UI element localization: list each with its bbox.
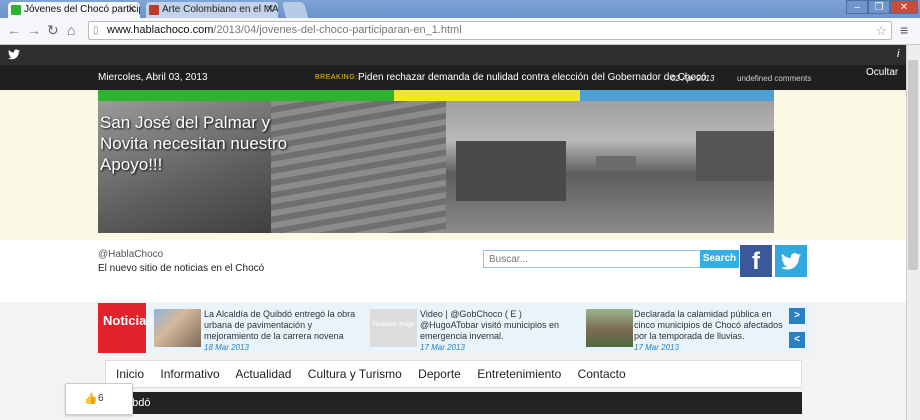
menu-item-entretenimiento[interactable]: Entretenimiento [477,367,561,381]
url-path: /2013/04/jovenes-del-choco-participaran-… [213,24,462,36]
hide-button[interactable]: Ocultar [866,67,898,78]
search-input[interactable] [483,250,701,268]
url-host: www.hablachoco.com [107,24,214,36]
color-bar-yellow [394,90,580,101]
main-menu: Inicio Informativo Actualidad Cultura y … [105,360,802,388]
news-item-date: 17 Mar 2013 [420,343,465,352]
tab-close-icon[interactable]: ✕ [128,2,136,18]
maximize-icon[interactable]: ❐ [868,0,890,14]
reload-icon[interactable]: ↻ [47,22,59,39]
date-breaking-bar: Miercoles, Abril 03, 2013 BREAKING: Pide… [0,65,906,90]
page-icon: ▯ [93,25,99,36]
menu-item-deporte[interactable]: Deporte [418,367,461,381]
site-tagline: El nuevo sitio de noticias en el Chocó [98,263,265,274]
back-icon[interactable]: ← [7,22,21,38]
news-item-2[interactable]: Video | @GobChoco ( E ) @HugoATobar visi… [420,309,570,353]
address-bar[interactable]: ▯ www.hablachoco.com/2013/04/jovenes-del… [88,21,892,40]
close-window-icon[interactable]: ✕ [890,0,918,14]
breaking-date: 02 Apr 2013 [671,74,715,83]
color-bar-blue [580,90,774,101]
news-item-3[interactable]: Declarada la calamidad pública en cinco … [634,309,784,353]
news-thumb-2[interactable]: Featured Image [370,309,417,347]
browser-toolbar: ← → ↻ ⌂ ▯ www.hablachoco.com/2013/04/jov… [0,18,920,45]
search-button[interactable]: Search [700,250,739,268]
site-handle[interactable]: @HablaChoco [98,249,163,260]
news-item-date: 18 Mar 2013 [204,343,249,352]
minimize-icon[interactable]: – [846,0,868,14]
bookmark-star-icon[interactable]: ☆ [875,22,887,39]
thumbs-up-icon: 👍 [84,393,98,405]
twitter-icon[interactable] [775,245,807,277]
breaking-label: BREAKING: [315,74,358,81]
forward-icon[interactable]: → [27,22,41,38]
news-item-text: La Alcaldía de Quibdó entregó la obra ur… [204,309,356,341]
scrollbar-thumb[interactable] [908,60,918,270]
banner-caption: San José del Palmar y Novita necesitan n… [100,113,288,174]
menu-item-actualidad[interactable]: Actualidad [235,367,291,381]
news-thumb-1[interactable] [154,309,201,347]
news-thumb-3[interactable] [586,309,633,347]
info-icon[interactable]: i [897,48,899,60]
news-item-1[interactable]: La Alcaldía de Quibdó entregó la obra ur… [204,309,364,353]
tab-title: Jóvenes del Chocó participar [24,4,140,15]
ticker-label-text: Noticias [103,313,154,328]
like-widget[interactable]: 👍 6 [65,383,133,415]
social-topbar: i [0,45,920,65]
home-icon[interactable]: ⌂ [67,22,75,38]
menu-icon[interactable]: ≡ [900,22,908,38]
tab-strip: Jóvenes del Chocó participar ✕ Arte Colo… [0,0,920,18]
menu-item-cultura-turismo[interactable]: Cultura y Turismo [308,367,402,381]
current-date: Miercoles, Abril 03, 2013 [98,72,208,83]
menu-item-informativo[interactable]: Informativo [160,367,219,381]
banner-photo-3 [446,101,774,233]
ticker-label: Noticias [98,303,154,353]
tab-close-icon[interactable]: ✕ [266,2,274,18]
news-item-text: Video | @GobChoco ( E ) @HugoATobar visi… [420,309,560,341]
ticker-prev-button[interactable]: < [789,332,805,348]
breaking-comments[interactable]: undefined comments [737,74,811,83]
tab-title: Arte Colombiano en el MAC | [162,4,278,15]
ticker-next-button[interactable]: > [789,308,805,324]
twitter-bird-icon[interactable] [8,49,20,60]
tab-hablachoco[interactable]: Jóvenes del Chocó participar ✕ [8,2,140,18]
featured-image-label: Featured Image [372,322,415,328]
menu-item-contacto[interactable]: Contacto [578,367,626,381]
menu-item-inicio[interactable]: Inicio [116,367,144,381]
breaking-headline[interactable]: Piden rechazar demanda de nulidad contra… [358,72,707,83]
section-header: Quibdó [105,392,802,414]
news-item-date: 17 Mar 2013 [634,343,679,352]
tab-arte-colombiano[interactable]: Arte Colombiano en el MAC | ✕ [146,2,278,18]
news-item-text: Declarada la calamidad pública en cinco … [634,309,783,341]
like-count: 6 [98,393,104,404]
facebook-icon[interactable]: f [740,245,772,277]
color-bar-green [98,90,394,101]
hablachoco-favicon-icon [11,5,21,15]
new-tab-button[interactable] [281,2,309,18]
mac-favicon-icon [149,5,159,15]
